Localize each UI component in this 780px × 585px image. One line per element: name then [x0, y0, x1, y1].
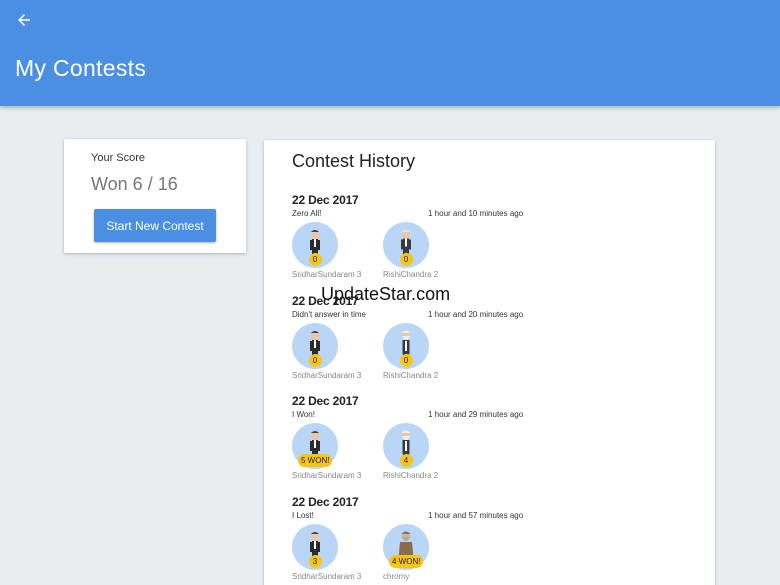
player-name: RishiChandra 2: [383, 371, 439, 380]
player-card: 0 SridharSundaram 3: [292, 222, 372, 279]
contest-entry[interactable]: 22 Dec 2017 I Won! 1 hour and 29 minutes…: [292, 394, 712, 494]
score-badge: 0: [399, 253, 413, 266]
contest-entry[interactable]: 22 Dec 2017 Zero All! 1 hour and 10 minu…: [292, 193, 712, 293]
contest-entry[interactable]: 22 Dec 2017 Didn't answer in time 1 hour…: [292, 294, 712, 394]
player-card: 0 SridharSundaram 3: [292, 323, 372, 380]
player-card: 4 WON! chromy: [383, 524, 463, 581]
player-name: RishiChandra 2: [383, 270, 439, 279]
contest-result: Didn't answer in time: [292, 310, 366, 319]
player-card: 4 RishiChandra 2: [383, 423, 463, 480]
score-badge: 0: [308, 253, 322, 266]
contest-date: 22 Dec 2017: [292, 394, 359, 408]
contest-result: I Lost!: [292, 511, 314, 520]
app-bar: My Contests: [0, 0, 780, 106]
contest-history-title: Contest History: [292, 151, 416, 171]
player-card: 5 WON! SridharSundaram 3: [292, 423, 372, 480]
score-badge: 0: [308, 354, 322, 367]
back-arrow-icon[interactable]: [12, 8, 36, 32]
score-badge: 4: [399, 454, 413, 467]
contest-date: 22 Dec 2017: [292, 495, 359, 509]
player-name: chromy: [383, 572, 410, 581]
score-badge: 4 WON!: [389, 555, 424, 568]
contest-entry[interactable]: 22 Dec 2017 I Lost! 1 hour and 57 minute…: [292, 495, 712, 585]
contest-time: 1 hour and 57 minutes ago: [428, 511, 524, 520]
player-name: SridharSundaram 3: [292, 371, 362, 380]
player-name: SridharSundaram 3: [292, 572, 362, 581]
contest-history-card: Contest History 22 Dec 2017 Zero All! 1 …: [264, 140, 715, 585]
player-name: RishiChandra 2: [383, 471, 439, 480]
score-card: Your Score Won 6 / 16 Start New Contest: [64, 139, 246, 253]
score-badge: 0: [399, 354, 413, 367]
player-name: SridharSundaram 3: [292, 270, 362, 279]
score-label: Your Score: [91, 152, 146, 164]
contest-date: 22 Dec 2017: [292, 193, 359, 207]
player-card: 0 RishiChandra 2: [383, 222, 463, 279]
score-value: Won 6 / 16: [91, 174, 178, 194]
score-badge: 5 WON!: [298, 454, 333, 467]
contest-result: Zero All!: [292, 209, 322, 218]
contest-time: 1 hour and 20 minutes ago: [428, 310, 524, 319]
contest-time: 1 hour and 10 minutes ago: [428, 209, 524, 218]
contest-time: 1 hour and 29 minutes ago: [428, 410, 524, 419]
player-card: 3 SridharSundaram 3: [292, 524, 372, 581]
page-title: My Contests: [15, 55, 147, 81]
player-card: 0 RishiChandra 2: [383, 323, 463, 380]
start-new-contest-button[interactable]: Start New Contest: [94, 209, 216, 242]
contest-result: I Won!: [292, 410, 315, 419]
score-badge: 3: [308, 555, 322, 568]
player-name: SridharSundaram 3: [292, 471, 362, 480]
watermark: UpdateStar.com: [321, 284, 451, 304]
